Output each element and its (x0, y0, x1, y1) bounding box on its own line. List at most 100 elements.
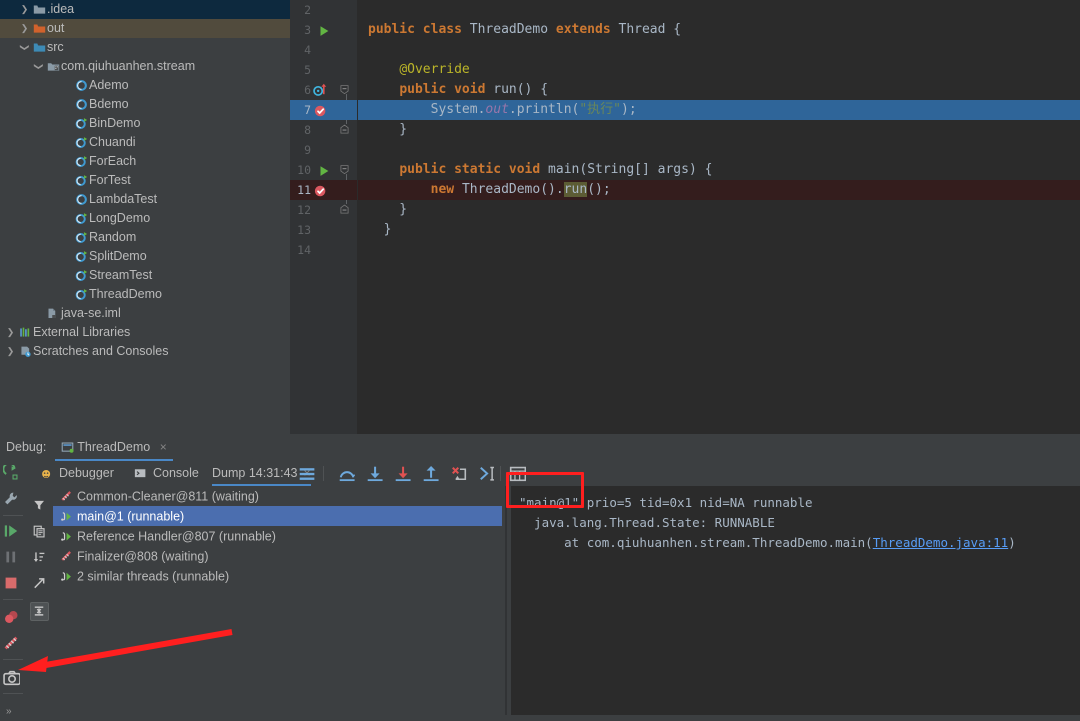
filter-threads-button[interactable] (30, 496, 49, 515)
tree-item-splitdemo[interactable]: SplitDemo (0, 247, 290, 266)
breakpoint-marker[interactable] (314, 183, 330, 199)
thread-list-item[interactable]: main@1 (runnable) (53, 506, 502, 526)
panel-splitter[interactable] (502, 486, 511, 721)
chevron-right-icon[interactable]: ❯ (18, 19, 31, 38)
layout-settings-button[interactable] (298, 465, 315, 482)
tree-item-ademo[interactable]: Ademo (0, 76, 290, 95)
thread-list-item[interactable]: 2 similar threads (runnable) (53, 566, 502, 586)
code-line-4[interactable] (358, 40, 1080, 60)
sort-threads-button[interactable] (30, 548, 49, 567)
thread-list-item[interactable]: Reference Handler@807 (runnable) (53, 526, 502, 546)
fold-open-button[interactable] (340, 163, 353, 177)
tree-item-com-qiuhuanhen-stream[interactable]: ❯ com.qiuhuanhen.stream (0, 57, 290, 76)
tree-item-random[interactable]: Random (0, 228, 290, 247)
code-line-9[interactable] (358, 140, 1080, 160)
tree-item-scratches-and-consoles[interactable]: ❯ Scratches and Consoles (0, 342, 290, 361)
code-line-8[interactable]: } (358, 120, 1080, 140)
debug-actions-toolbar[interactable]: » (0, 461, 26, 721)
gutter-line-5[interactable]: 5 (290, 60, 358, 80)
debug-sub-tabbar[interactable]: Debugger Console Dump 14:31:43× (26, 461, 1080, 486)
get-thread-dump-button[interactable] (3, 669, 23, 689)
tree-item-src[interactable]: ❯ src (0, 38, 290, 57)
step-into-button[interactable] (366, 465, 383, 482)
view-breakpoints-button[interactable] (3, 609, 23, 629)
tab-debugger[interactable]: Debugger (40, 461, 114, 486)
gutter-line-14[interactable]: 14 (290, 240, 358, 260)
chevron-right-icon[interactable]: ❯ (4, 323, 17, 342)
gutter-line-4[interactable]: 4 (290, 40, 358, 60)
tree-item-java-se-iml[interactable]: java-se.iml (0, 304, 290, 323)
editor-gutter[interactable]: 2 3 4 5 6 7 8 9 10 11 12 13 14 (290, 0, 358, 434)
tree-item-external-libraries[interactable]: ❯ External Libraries (0, 323, 290, 342)
chevron-down-icon[interactable]: ❯ (15, 41, 34, 54)
code-line-11[interactable]: new ThreadDemo().run(); (358, 180, 1080, 200)
rerun-button[interactable] (3, 465, 23, 485)
tab-console[interactable]: Console (134, 461, 199, 486)
code-editor[interactable]: 2 3 4 5 6 7 8 9 10 11 12 13 14 public class ThreadDe… (290, 0, 1080, 434)
breakpoint-marker[interactable] (314, 103, 330, 119)
gutter-line-6[interactable]: 6 (290, 80, 358, 100)
thread-list-item[interactable]: Finalizer@808 (waiting) (53, 546, 502, 566)
pause-program-button[interactable] (3, 549, 23, 569)
gutter-line-8[interactable]: 8 (290, 120, 358, 140)
threads-list[interactable]: Common-Cleaner@811 (waiting) main@1 (runn… (53, 486, 502, 721)
tab-dump[interactable]: Dump 14:31:43× (212, 461, 311, 486)
chevron-right-icon[interactable]: ❯ (4, 342, 17, 361)
force-step-into-button[interactable] (394, 465, 411, 482)
drop-frame-button[interactable] (450, 465, 467, 482)
code-line-5[interactable]: @Override (358, 60, 1080, 80)
code-line-6[interactable]: public void run() { (358, 80, 1080, 100)
code-line-2[interactable] (358, 0, 1080, 20)
debug-session-tab[interactable]: ThreadDemo × (55, 434, 173, 461)
tree-item-idea[interactable]: ❯ .idea (0, 0, 290, 19)
code-surface[interactable]: public class ThreadDemo extends Thread {… (358, 0, 1080, 434)
export-button[interactable] (30, 574, 49, 593)
gutter-line-3[interactable]: 3 (290, 20, 358, 40)
project-tree-panel[interactable]: ❯ .idea ❯ out ❯ src ❯ com.qiuhuanhen.stream Adem… (0, 0, 290, 434)
copy-to-clipboard-button[interactable] (30, 522, 49, 541)
tree-item-chuandi[interactable]: Chuandi (0, 133, 290, 152)
tree-item-bdemo[interactable]: Bdemo (0, 95, 290, 114)
tree-item-threaddemo[interactable]: ThreadDemo (0, 285, 290, 304)
evaluate-expression-button[interactable] (509, 465, 526, 482)
close-icon[interactable]: × (160, 440, 167, 454)
stop-button[interactable] (3, 575, 23, 595)
run-gutter-button[interactable] (317, 163, 333, 179)
edit-configurations-button[interactable] (3, 491, 23, 511)
tree-item-foreach[interactable]: ForEach (0, 152, 290, 171)
fold-close-button[interactable] (340, 123, 353, 137)
chevron-right-icon[interactable]: ❯ (18, 0, 31, 19)
code-line-3[interactable]: public class ThreadDemo extends Thread { (358, 20, 1080, 40)
tree-item-fortest[interactable]: ForTest (0, 171, 290, 190)
tree-item-out[interactable]: ❯ out (0, 19, 290, 38)
run-to-cursor-button[interactable] (478, 465, 495, 482)
step-over-button[interactable] (338, 465, 355, 482)
tree-item-bindemo[interactable]: BinDemo (0, 114, 290, 133)
tree-item-lambdatest[interactable]: LambdaTest (0, 190, 290, 209)
gutter-line-11[interactable]: 11 (290, 180, 358, 200)
chevron-down-icon[interactable]: ❯ (29, 60, 48, 73)
code-line-7[interactable]: System.out.println("执行"); (358, 100, 1080, 120)
tree-item-longdemo[interactable]: LongDemo (0, 209, 290, 228)
code-line-12[interactable]: } (358, 200, 1080, 220)
collapse-merge-button[interactable] (30, 602, 49, 621)
mute-breakpoints-button[interactable] (3, 635, 23, 655)
resume-program-button[interactable] (3, 523, 23, 543)
tree-item-streamtest[interactable]: StreamTest (0, 266, 290, 285)
fold-close-button[interactable] (340, 203, 353, 217)
override-marker-button[interactable] (313, 82, 329, 98)
thread-dump-detail-pane[interactable]: "main@1" prio=5 tid=0x1 nid=NA runnable … (511, 486, 1080, 721)
gutter-line-13[interactable]: 13 (290, 220, 358, 240)
gutter-line-12[interactable]: 12 (290, 200, 358, 220)
thread-list-item[interactable]: Common-Cleaner@811 (waiting) (53, 486, 502, 506)
code-line-13[interactable]: } (358, 220, 1080, 240)
code-line-10[interactable]: public static void main(String[] args) { (358, 160, 1080, 180)
dump-source-link[interactable]: ThreadDemo.java:11 (873, 535, 1008, 550)
gutter-line-10[interactable]: 10 (290, 160, 358, 180)
threads-view-toolbar[interactable] (26, 486, 53, 721)
gutter-line-9[interactable]: 9 (290, 140, 358, 160)
run-gutter-button[interactable] (317, 23, 333, 39)
code-line-14[interactable] (358, 240, 1080, 260)
fold-open-button[interactable] (340, 83, 353, 97)
gutter-line-2[interactable]: 2 (290, 0, 358, 20)
